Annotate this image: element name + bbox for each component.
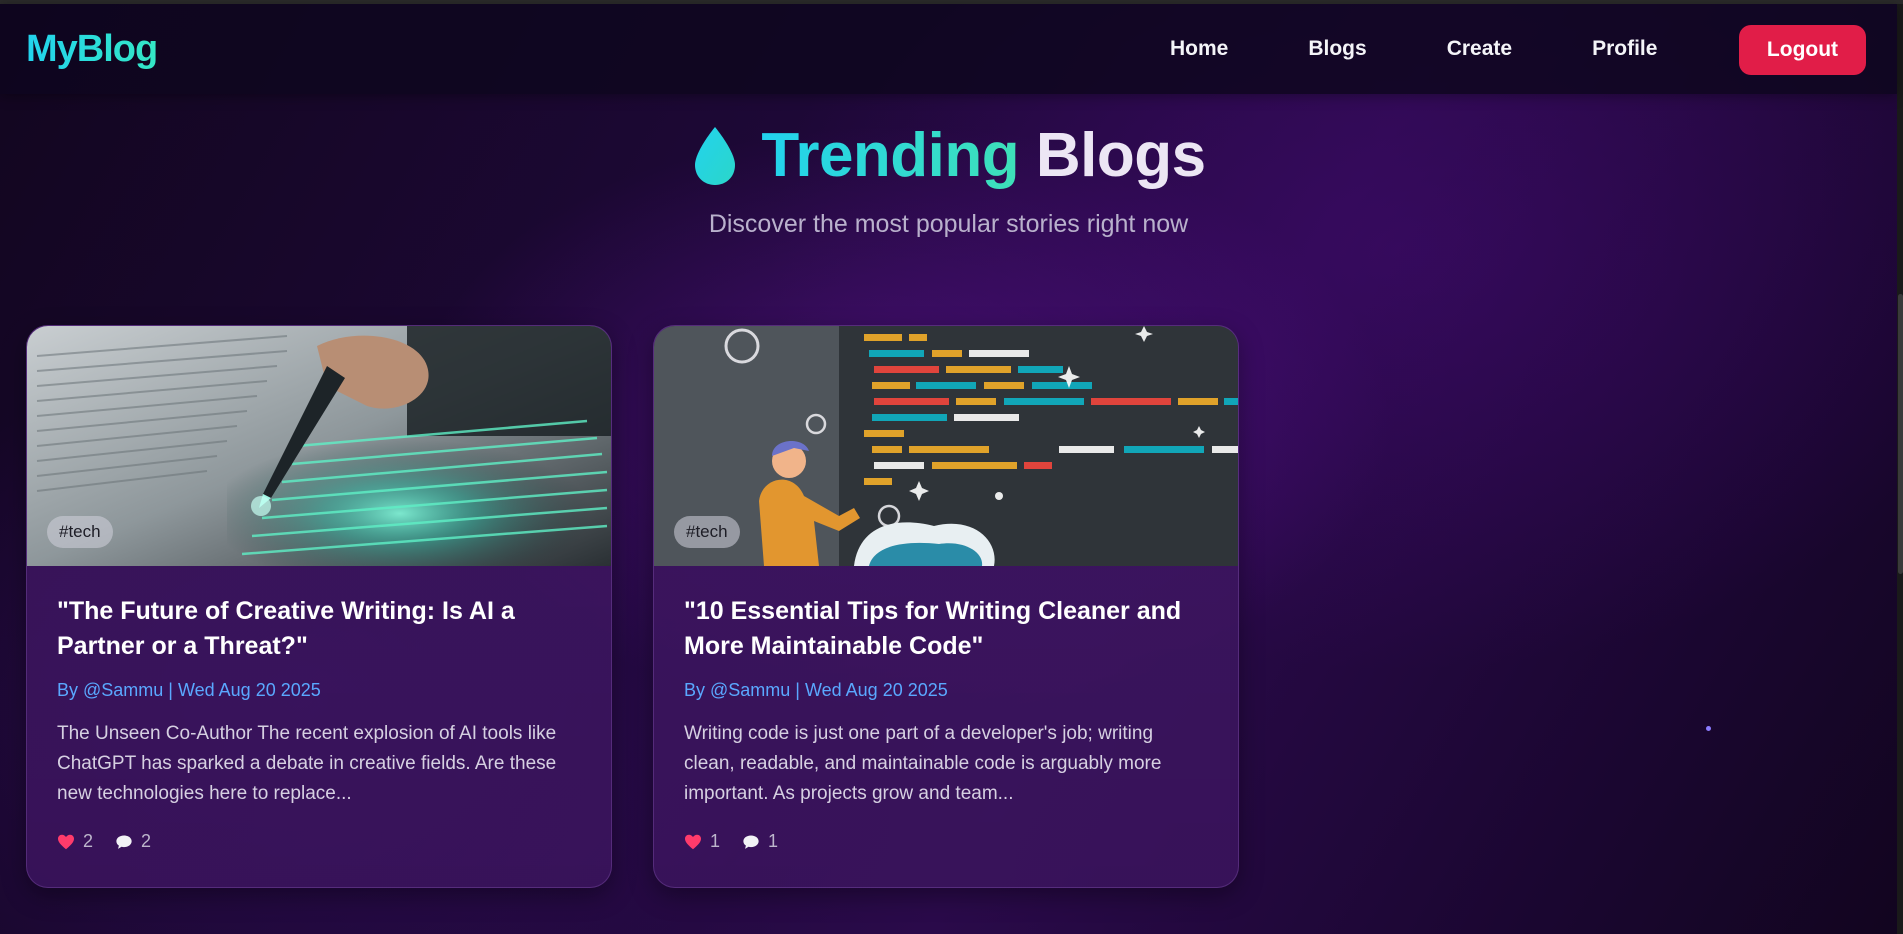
blog-card-body: "10 Essential Tips for Writing Cleaner a…	[654, 566, 1238, 852]
logo[interactable]: MyBlog	[26, 28, 158, 71]
nav-link-home[interactable]: Home	[1170, 37, 1228, 61]
blog-card-stats: 1 1	[684, 831, 1208, 852]
clean-code-illustration	[654, 326, 1238, 566]
navbar: MyBlog Home Blogs Create Profile Logout	[0, 4, 1897, 94]
blog-card-title[interactable]: "The Future of Creative Writing: Is AI a…	[57, 594, 581, 664]
comment-button[interactable]: 1	[742, 831, 778, 852]
comment-bubble-icon	[116, 834, 132, 849]
like-count: 1	[710, 831, 721, 851]
hero-section: Trending Blogs Discover the most popular…	[0, 120, 1897, 239]
like-button[interactable]: 2	[57, 831, 93, 852]
blog-card-excerpt: The Unseen Co-Author The recent explosio…	[57, 723, 557, 804]
tag-badge[interactable]: #tech	[674, 516, 740, 548]
book-pen-illustration	[27, 326, 611, 566]
heart-icon	[685, 834, 701, 849]
blog-card-meta: By @Sammu | Wed Aug 20 2025	[57, 680, 321, 700]
nav-link-profile[interactable]: Profile	[1592, 37, 1657, 61]
title-rest: Blogs	[1035, 121, 1206, 190]
decorative-particle	[1706, 726, 1711, 731]
comment-count: 1	[768, 831, 779, 851]
nav-link-create[interactable]: Create	[1447, 37, 1512, 61]
comment-count: 2	[141, 831, 152, 851]
logout-button[interactable]: Logout	[1739, 25, 1866, 75]
blog-card-excerpt: Writing code is just one part of a devel…	[684, 723, 1162, 804]
blog-card-image[interactable]: #tech	[27, 326, 611, 566]
nav-link-blogs[interactable]: Blogs	[1308, 37, 1366, 61]
like-button[interactable]: 1	[684, 831, 720, 852]
blog-card-meta: By @Sammu | Wed Aug 20 2025	[684, 680, 948, 700]
nav-links: Home Blogs Create Profile	[1170, 4, 1737, 94]
tag-badge[interactable]: #tech	[47, 516, 113, 548]
title-accent: Trending	[761, 121, 1020, 190]
comment-button[interactable]: 2	[115, 831, 151, 852]
blog-card-body: "The Future of Creative Writing: Is AI a…	[27, 566, 611, 852]
blog-card-image[interactable]: #tech	[654, 326, 1238, 566]
page-scrollbar[interactable]	[1897, 4, 1903, 934]
like-count: 2	[83, 831, 94, 851]
page-subtitle: Discover the most popular stories right …	[708, 209, 1189, 238]
comment-bubble-icon	[743, 834, 759, 849]
heart-icon	[58, 834, 74, 849]
blog-card[interactable]: #tech "10 Essential Tips for Writing Cle…	[653, 325, 1239, 888]
blog-card-stats: 2 2	[57, 831, 581, 852]
drop-icon	[695, 126, 736, 185]
blog-card[interactable]: #tech "The Future of Creative Writing: I…	[26, 325, 612, 888]
page-title: Trending Blogs	[691, 120, 1206, 191]
scrollbar-thumb[interactable]	[1898, 294, 1903, 574]
blog-card-title[interactable]: "10 Essential Tips for Writing Cleaner a…	[684, 594, 1208, 664]
